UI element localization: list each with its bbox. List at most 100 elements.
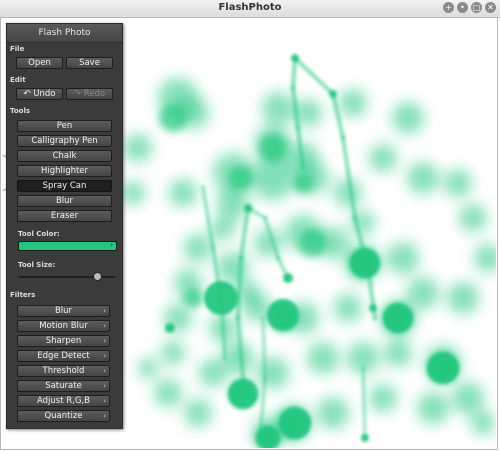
- filter-saturate-button[interactable]: Saturate ›: [17, 380, 110, 392]
- paint-dab: [220, 328, 226, 333]
- paint-dab: [258, 213, 263, 218]
- close-button[interactable]: ✕: [485, 2, 496, 13]
- filter-threshold-label: Threshold: [42, 366, 85, 376]
- paint-dab: [237, 269, 243, 275]
- paint-dab: [362, 422, 367, 426]
- undo-button[interactable]: ↶ Undo: [16, 88, 63, 100]
- chevron-right-icon: ›: [103, 382, 106, 390]
- paint-dab: [342, 149, 348, 155]
- paint-dab: [291, 64, 297, 70]
- paint-dab: [237, 278, 243, 284]
- paint-dab: [361, 389, 366, 394]
- paint-dab: [242, 228, 248, 234]
- paint-dab: [222, 346, 227, 351]
- tool-calligraphy-pen-button[interactable]: Calligraphy Pen: [17, 135, 112, 147]
- chevron-right-icon: ›: [103, 352, 106, 360]
- window-controls: + • □ ✕: [443, 2, 496, 13]
- paint-dab: [209, 236, 214, 241]
- paint-dab: [219, 305, 224, 310]
- tool-color-picker[interactable]: ›: [18, 241, 117, 251]
- paint-dab: [272, 246, 278, 252]
- paint-dab: [250, 208, 255, 213]
- paint-dab: [262, 215, 268, 221]
- paint-dab: [200, 185, 206, 191]
- paint-dab: [291, 72, 297, 78]
- paint-dab: [279, 407, 311, 439]
- save-button[interactable]: Save: [66, 57, 113, 69]
- paint-dab: [261, 339, 266, 344]
- redo-button[interactable]: ↷ Redo: [66, 88, 113, 100]
- paint-dab: [291, 76, 297, 82]
- paint-dab: [348, 187, 354, 193]
- filter-edge-detect-label: Edge Detect: [37, 351, 90, 361]
- paint-dab: [221, 332, 226, 338]
- tool-eraser-button[interactable]: Eraser: [17, 210, 112, 222]
- chevron-right-icon: ›: [103, 412, 106, 420]
- paint-dab: [363, 436, 367, 440]
- paint-dab: [261, 394, 266, 399]
- tool-spray-can-button[interactable]: Spray Can: [17, 180, 112, 192]
- paint-dab: [218, 295, 224, 301]
- filter-adjust-rgb-button[interactable]: Adjust R,G,B ›: [17, 395, 110, 407]
- filter-motion-blur-button[interactable]: Motion Blur ›: [17, 320, 110, 332]
- paint-dab: [214, 268, 219, 273]
- minimize-button[interactable]: •: [457, 2, 468, 13]
- filter-blur-button[interactable]: Blur ›: [17, 305, 110, 317]
- paint-dab: [219, 309, 225, 315]
- paint-dab: [368, 283, 374, 289]
- open-button[interactable]: Open: [16, 57, 63, 69]
- paint-dab: [199, 359, 227, 387]
- pin-button[interactable]: +: [443, 2, 454, 13]
- paint-dab: [285, 275, 291, 281]
- paint-dab: [211, 250, 216, 255]
- paint-dab: [371, 310, 377, 316]
- tool-pen-button[interactable]: Pen: [17, 120, 112, 132]
- paint-dab: [339, 131, 345, 137]
- tool-size-slider-knob[interactable]: [92, 272, 102, 281]
- paint-dab: [237, 333, 243, 339]
- paint-dab: [237, 338, 243, 344]
- paint-dab: [238, 260, 244, 266]
- maximize-button[interactable]: □: [471, 2, 482, 13]
- paint-dab: [345, 168, 351, 174]
- paint-dab: [361, 251, 367, 257]
- filter-motion-blur-label: Motion Blur: [39, 321, 88, 331]
- paint-dab: [295, 125, 301, 131]
- paint-dab: [358, 238, 364, 244]
- paint-dab: [240, 370, 246, 376]
- paint-dab: [338, 126, 344, 132]
- tools-section-label: Tools: [10, 107, 31, 115]
- paint-dab: [362, 417, 367, 422]
- paint-dab: [220, 314, 225, 319]
- paint-dab: [201, 190, 206, 195]
- tool-blur-button[interactable]: Blur: [17, 195, 112, 207]
- paint-dab: [262, 352, 267, 357]
- paint-dab: [362, 426, 367, 431]
- paint-dab: [296, 134, 302, 140]
- paint-dab: [220, 318, 225, 324]
- paint-dab: [242, 223, 248, 229]
- paint-dab: [296, 129, 302, 135]
- paint-dab: [362, 412, 367, 417]
- title-bar: FlashPhoto + • □ ✕: [0, 0, 500, 18]
- paint-dab: [237, 273, 243, 279]
- tool-highlighter-button[interactable]: Highlighter: [17, 165, 112, 177]
- paint-dab: [298, 152, 304, 158]
- filter-sharpen-button[interactable]: Sharpen ›: [17, 335, 110, 347]
- filter-quantize-button[interactable]: Quantize ›: [17, 410, 110, 422]
- filter-edge-detect-button[interactable]: Edge Detect ›: [17, 350, 110, 362]
- redo-label: Redo: [83, 89, 106, 99]
- paint-dab: [267, 299, 299, 331]
- filter-quantize-label: Quantize: [44, 411, 83, 421]
- filter-threshold-button[interactable]: Threshold ›: [17, 365, 110, 377]
- paint-dab: [347, 182, 353, 188]
- paint-dab: [343, 154, 349, 160]
- paint-dab: [361, 398, 366, 403]
- paint-dab: [361, 375, 366, 380]
- paint-dab: [217, 286, 222, 292]
- paint-dab: [235, 320, 241, 326]
- tool-chalk-button[interactable]: Chalk: [17, 150, 112, 162]
- paint-dab: [159, 104, 187, 132]
- paint-dab: [236, 287, 242, 293]
- paint-dab: [346, 173, 352, 179]
